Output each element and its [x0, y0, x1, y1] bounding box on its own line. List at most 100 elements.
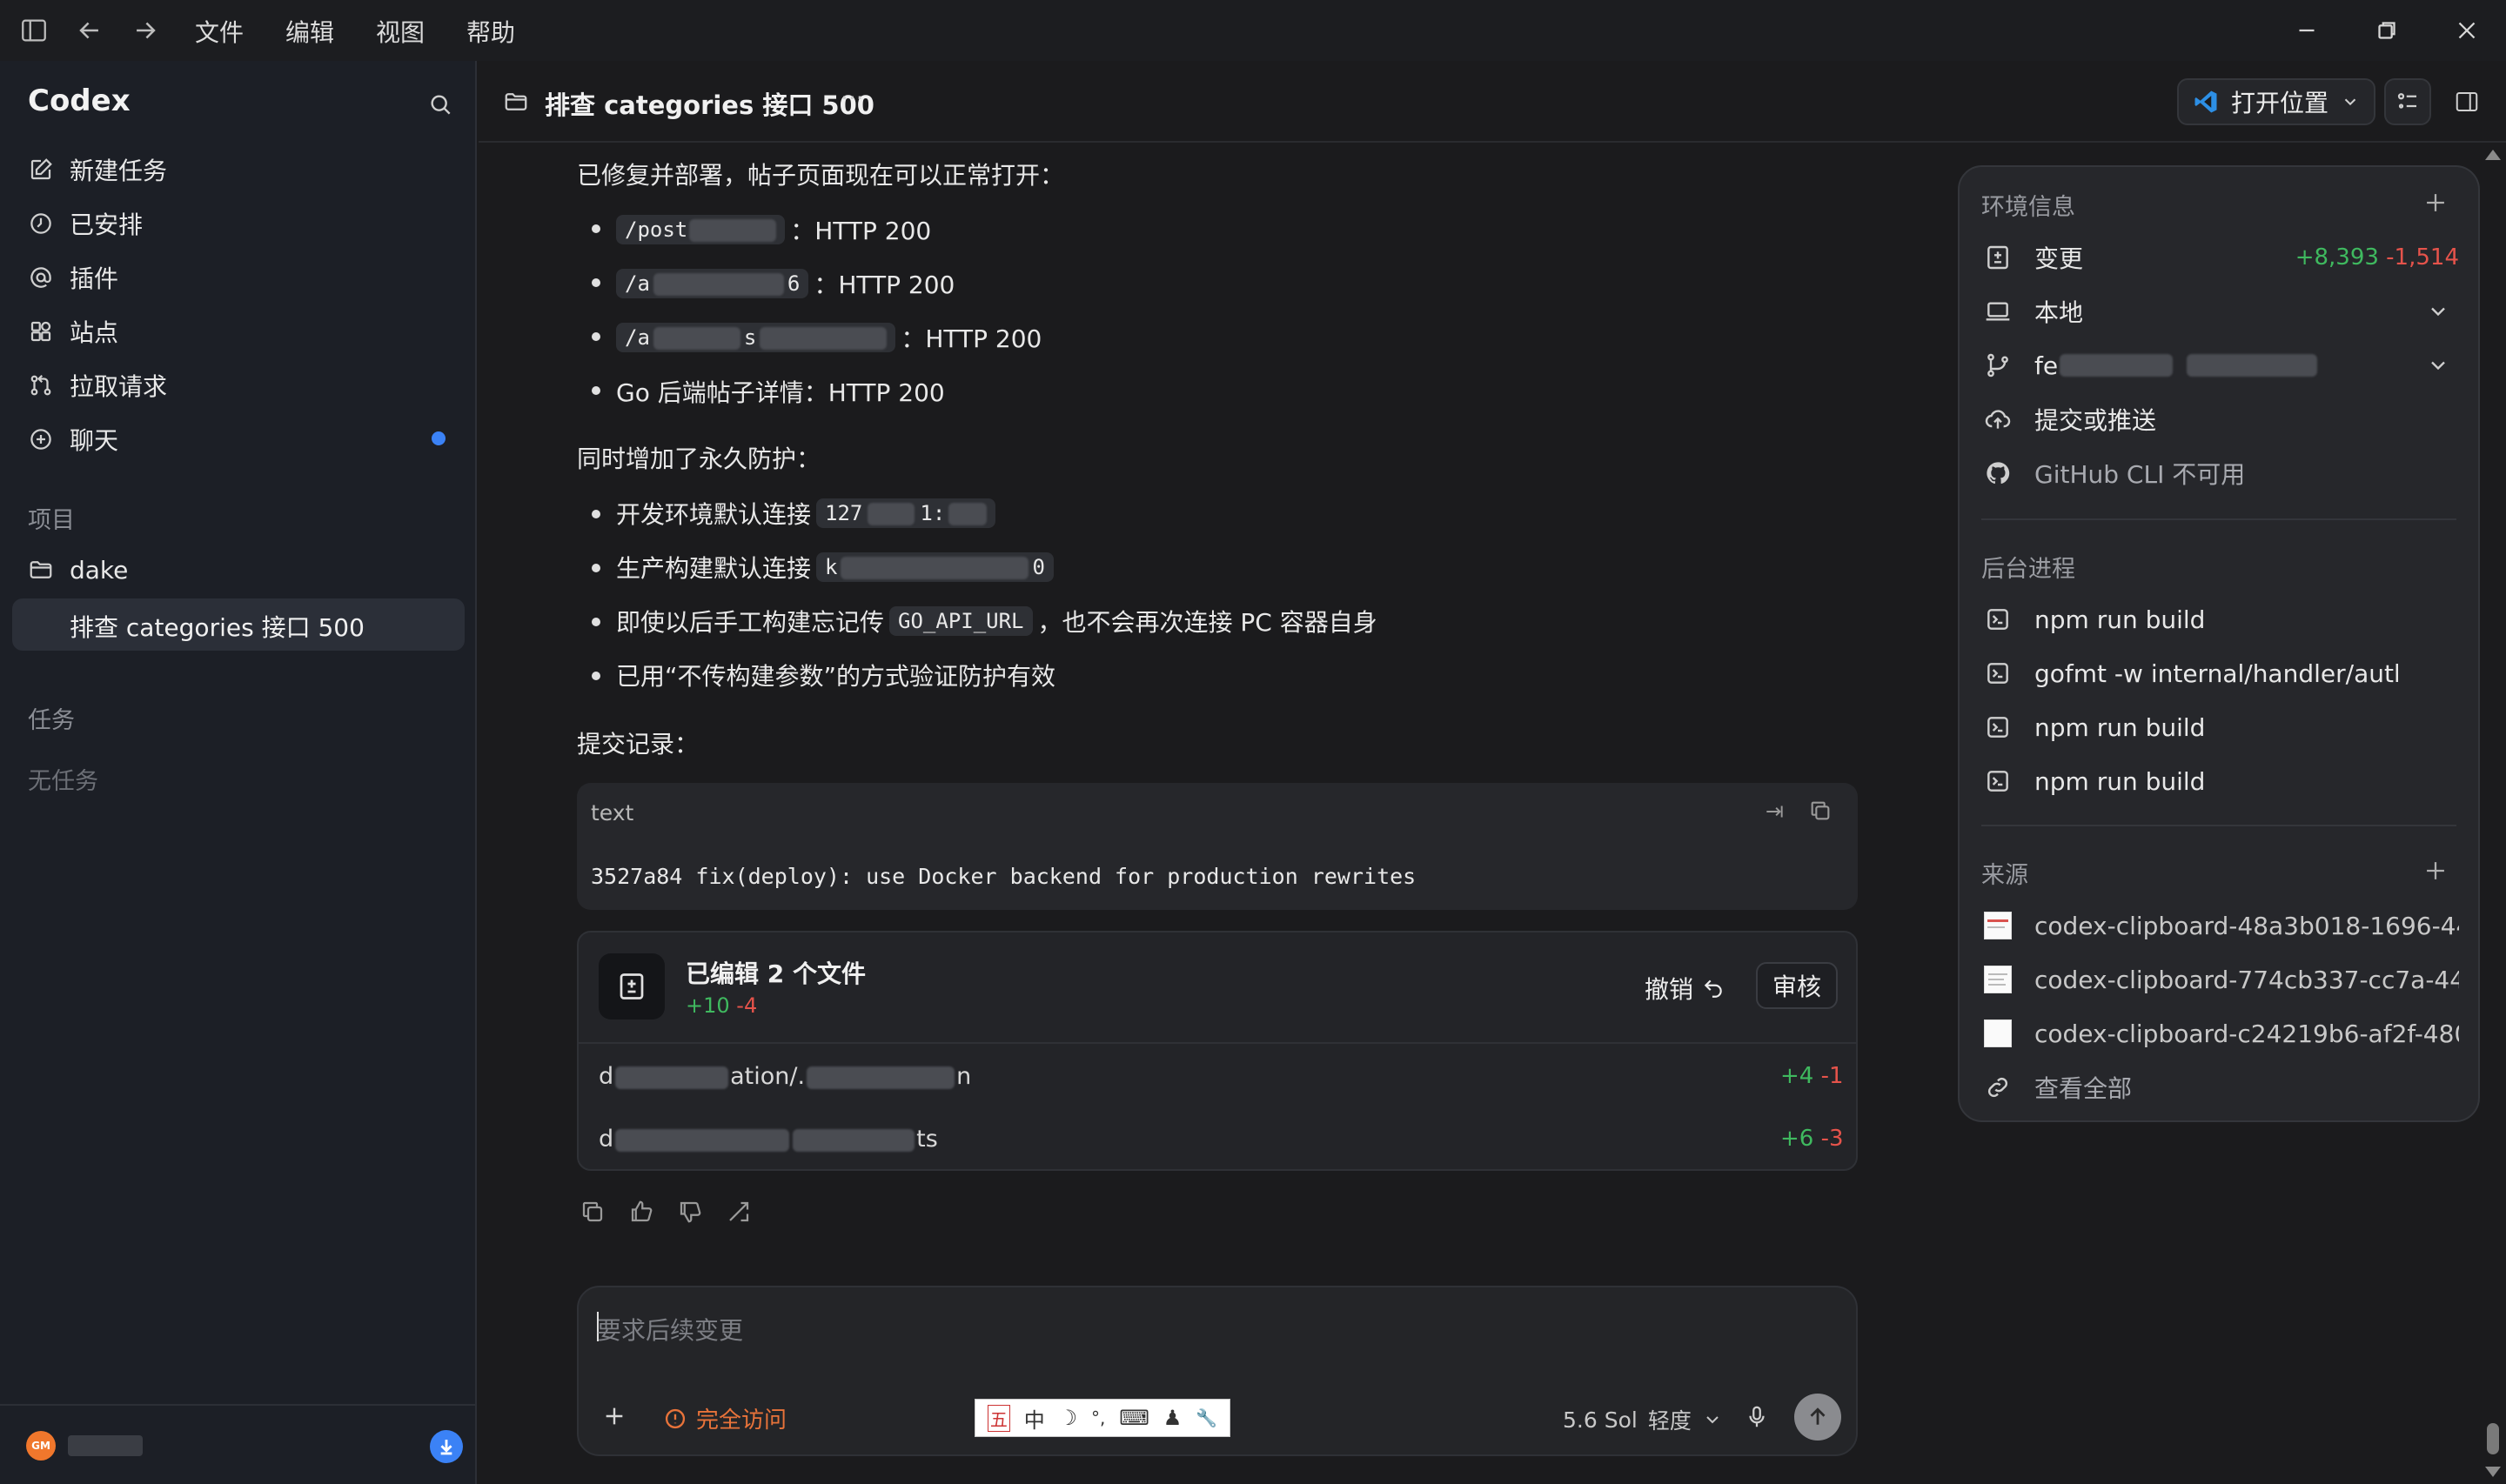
ime-wubi[interactable]: 五	[987, 1404, 1010, 1432]
bullet	[592, 332, 600, 341]
list-item: 即使以后手工构建忘记传 GO_API_URL ，也不会再次连接 PC 容器自身	[616, 604, 1377, 638]
bullet	[592, 224, 600, 233]
active-thread-title[interactable]: 排查 categories 接口 500	[70, 609, 365, 644]
ime-keyboard[interactable]: ⌨	[1119, 1406, 1149, 1430]
thumbs-down-icon[interactable]	[677, 1199, 703, 1225]
menu-view[interactable]: 视图	[376, 14, 425, 49]
vscode-icon	[2193, 89, 2219, 115]
menu-help[interactable]: 帮助	[466, 14, 515, 49]
list-item-text: ：HTTP 200	[814, 271, 955, 299]
copy-icon[interactable]	[1808, 799, 1833, 823]
ime-user[interactable]: ♟	[1163, 1406, 1183, 1430]
chevron-down-icon[interactable]	[2426, 299, 2450, 324]
file-row[interactable]: d ts	[599, 1126, 938, 1153]
changes-row[interactable]: 变更 +8,393 -1,514	[1984, 240, 2459, 275]
nav-chat[interactable]: 聊天	[28, 418, 118, 461]
push-row[interactable]: 提交或推送	[1984, 402, 2156, 437]
list-item: /a s ：HTTP 200	[616, 320, 1042, 355]
scroll-up-arrow[interactable]	[2485, 150, 2501, 160]
add-attachment-icon[interactable]	[600, 1402, 628, 1430]
menu-edit[interactable]: 编辑	[285, 14, 334, 49]
list-item: 开发环境默认连接 127 1:	[616, 496, 1001, 531]
minimize-icon[interactable]	[2292, 16, 2322, 45]
model-selector[interactable]: 5.6 Sol 轻度	[1563, 1404, 1723, 1435]
chevron-down-icon[interactable]	[2426, 353, 2450, 378]
divider	[579, 1042, 1856, 1044]
source-name: codex-clipboard-c24219b6-af2f-4809-	[2034, 1019, 2459, 1048]
bullet	[592, 618, 600, 626]
image-thumbnail	[1984, 1019, 2012, 1047]
view-all-sources[interactable]: 查看全部	[1984, 1070, 2132, 1105]
undo-button[interactable]: 撤销	[1645, 971, 1725, 1006]
task-list-button[interactable]	[2384, 78, 2431, 125]
local-row[interactable]: 本地	[1984, 294, 2083, 329]
folder-icon	[28, 557, 54, 583]
list-item: 生产构建默认连接 k 0	[616, 550, 1059, 585]
open-location-button[interactable]: 打开位置	[2177, 78, 2375, 125]
ime-chinese[interactable]: 中	[1024, 1403, 1045, 1434]
ime-punctuation[interactable]: °,	[1091, 1407, 1105, 1428]
download-button[interactable]	[430, 1430, 463, 1463]
full-access-button[interactable]: 完全访问	[663, 1402, 787, 1434]
add-icon[interactable]	[2421, 856, 2450, 886]
apps-icon	[28, 318, 54, 344]
search-icon[interactable]	[426, 90, 454, 118]
avatar[interactable]: GM	[26, 1431, 56, 1461]
process-row[interactable]: npm run build	[1984, 710, 2205, 745]
list-item: 已用“不传构建参数”的方式验证防护有效	[616, 662, 1056, 691]
inline-code: 127	[825, 501, 863, 525]
arrow-up-icon	[1810, 1407, 1826, 1425]
composer-input[interactable]: 要求后续变更	[597, 1312, 743, 1347]
list-item: /a 6 ：HTTP 200	[616, 266, 955, 301]
process-row[interactable]: npm run build	[1984, 602, 2205, 637]
thumbs-up-icon[interactable]	[628, 1199, 654, 1225]
nav-label: 站点	[70, 318, 119, 347]
nav-sites[interactable]: 站点	[28, 310, 118, 353]
local-label: 本地	[2034, 298, 2084, 327]
wrap-icon[interactable]	[1763, 800, 1786, 823]
ime-toolbar[interactable]: 五 中 ☽ °, ⌨ ♟ 🔧	[975, 1399, 1230, 1437]
panel-toggle-button[interactable]	[2443, 78, 2490, 125]
laptop-icon	[1984, 297, 2012, 325]
process-row[interactable]: gofmt -w internal/handler/auth_o	[1984, 656, 2398, 691]
source-row[interactable]: codex-clipboard-774cb337-cc7a-446a-	[1984, 962, 2459, 997]
removed-count: -1,514	[2386, 244, 2459, 271]
ime-tools[interactable]: 🔧	[1196, 1407, 1217, 1428]
source-row[interactable]: codex-clipboard-48a3b018-1696-44ff-	[1984, 908, 2459, 943]
bullet	[592, 672, 600, 680]
list-item-text: 即使以后手工构建忘记传	[616, 608, 885, 637]
close-icon[interactable]	[2452, 16, 2482, 45]
process-row[interactable]: npm run build	[1984, 764, 2205, 799]
more-options-button[interactable]: ···	[841, 84, 864, 112]
nav-plugins[interactable]: 插件	[28, 256, 118, 299]
added-count: +6	[1780, 1126, 1814, 1152]
restore-icon[interactable]	[2372, 16, 2402, 45]
file-row[interactable]: d ation/. n	[599, 1063, 971, 1090]
review-button[interactable]: 审核	[1756, 962, 1838, 1009]
project-dake[interactable]: dake	[28, 548, 128, 592]
source-row[interactable]: codex-clipboard-c24219b6-af2f-4809-	[1984, 1016, 2459, 1051]
menu-file[interactable]: 文件	[195, 14, 244, 49]
process-name: gofmt -w internal/handler/auth_o	[2034, 658, 2398, 688]
fork-icon[interactable]	[726, 1199, 752, 1225]
send-button[interactable]	[1794, 1394, 1841, 1441]
branch-row[interactable]: fe	[1984, 348, 2318, 383]
add-icon[interactable]	[2421, 188, 2450, 217]
microphone-icon[interactable]	[1744, 1404, 1770, 1430]
file-stat: +4 -1	[1780, 1063, 1844, 1089]
nav-scheduled[interactable]: 已安排	[28, 202, 143, 245]
copy-icon[interactable]	[580, 1199, 606, 1225]
panel-right-icon	[2456, 92, 2478, 111]
user-name-redacted[interactable]	[68, 1435, 143, 1456]
terminal-icon	[1984, 605, 2012, 633]
ime-halfwidth[interactable]: ☽	[1059, 1406, 1078, 1430]
sidebar-toggle-icon[interactable]	[19, 16, 49, 45]
scroll-down-arrow[interactable]	[2485, 1467, 2501, 1477]
no-tasks-text: 无任务	[28, 768, 98, 795]
back-icon[interactable]	[75, 16, 104, 45]
forward-icon[interactable]	[131, 16, 160, 45]
scrollbar-thumb[interactable]	[2487, 1423, 2499, 1454]
push-label: 提交或推送	[2034, 406, 2157, 435]
nav-pull-requests[interactable]: 拉取请求	[28, 364, 167, 407]
nav-new-task[interactable]: 新建任务	[28, 148, 167, 191]
